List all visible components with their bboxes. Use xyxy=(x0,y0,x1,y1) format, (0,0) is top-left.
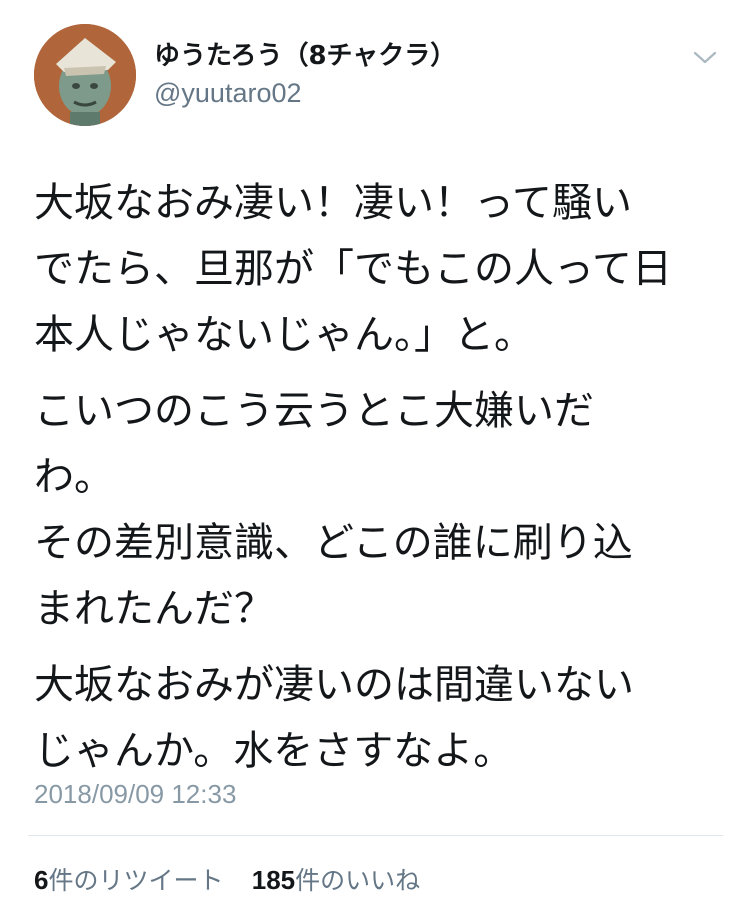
tweet-line: でたら、旦那が「でもこの人って日 xyxy=(34,246,672,292)
likes-count: 185 xyxy=(251,865,296,895)
author-display-name[interactable]: ゆうたろう（8チャクラ） xyxy=(154,40,456,72)
tweet-text: 大坂なおみ凄い！凄い！って騒い でたら、旦那が「でもこの人って日 本人じゃないじ… xyxy=(34,170,724,794)
tweet-line: 大坂なおみ凄い！凄い！って騒い xyxy=(34,180,632,226)
retweets-count: 6 xyxy=(34,865,49,895)
divider xyxy=(28,835,723,836)
tweet-line: 本人じゃないじゃん。」と。 xyxy=(34,312,534,358)
likes-stat[interactable]: 185件のいいね xyxy=(252,863,420,898)
retweets-label: 件のリツイート xyxy=(48,866,224,895)
chevron-down-icon[interactable] xyxy=(692,48,718,68)
retweets-stat[interactable]: 6件のリツイート xyxy=(34,863,223,898)
tweet-stats: 6件のリツイート 185件のいいね xyxy=(34,863,440,898)
avatar-photo xyxy=(34,24,136,126)
tweet-paragraph: 大坂なおみが凄いのは間違いない じゃんか。水をさすなよ。 xyxy=(34,652,724,784)
tweet-line: まれたんだ？ xyxy=(34,586,274,632)
tweet-paragraph: こいつのこう云うとこ大嫌いだ わ。 その差別意識、どこの誰に刷り込 まれたんだ？ xyxy=(34,378,724,642)
tweet-line: じゃんか。水をさすなよ。 xyxy=(34,728,514,774)
tweet-line: わ。 xyxy=(34,454,114,500)
author-names: ゆうたろう（8チャクラ） @yuutaro02 xyxy=(154,40,456,110)
tweet-line: こいつのこう云うとこ大嫌いだ xyxy=(34,388,594,434)
tweet-detail: ゆうたろう（8チャクラ） @yuutaro02 大坂なおみ凄い！凄い！って騒い … xyxy=(0,0,750,919)
tweet-line: その差別意識、どこの誰に刷り込 xyxy=(34,520,633,566)
tweet-header: ゆうたろう（8チャクラ） @yuutaro02 xyxy=(34,22,724,132)
avatar[interactable] xyxy=(34,24,136,126)
tweet-paragraph: 大坂なおみ凄い！凄い！って騒い でたら、旦那が「でもこの人って日 本人じゃないじ… xyxy=(34,170,724,368)
tweet-line: 大坂なおみが凄いのは間違いない xyxy=(34,662,634,708)
tweet-timestamp[interactable]: 2018/09/09 12:33 xyxy=(34,776,236,812)
author-handle[interactable]: @yuutaro02 xyxy=(154,76,456,110)
likes-label: 件のいいね xyxy=(295,866,421,895)
